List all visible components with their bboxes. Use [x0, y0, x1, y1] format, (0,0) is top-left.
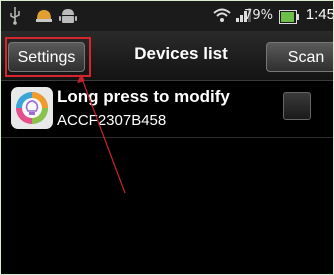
- battery-icon: [279, 9, 299, 28]
- device-name: Long press to modify: [57, 87, 230, 106]
- title-bar: Settings Devices list Scan: [1, 32, 333, 81]
- device-id: ACCF2307B458: [57, 112, 167, 129]
- wifi-icon: [213, 7, 231, 27]
- clock: 1:45: [305, 6, 334, 23]
- device-list-item[interactable]: Long press to modify ACCF2307B458: [1, 81, 333, 138]
- battery-percent: 79%: [244, 8, 273, 23]
- phone-screen: 79% 1:45 Settings Devices list Scan Long…: [0, 0, 334, 275]
- page-title: Devices list: [134, 44, 228, 63]
- android-icon: [59, 7, 77, 29]
- notification-icon: [35, 7, 53, 27]
- scan-button[interactable]: Scan: [266, 42, 333, 72]
- status-bar: 79% 1:45: [1, 1, 333, 32]
- device-checkbox[interactable]: [283, 92, 311, 120]
- usb-icon: [9, 7, 21, 29]
- bulb-app-icon: [11, 87, 53, 129]
- settings-button[interactable]: Settings: [8, 42, 85, 72]
